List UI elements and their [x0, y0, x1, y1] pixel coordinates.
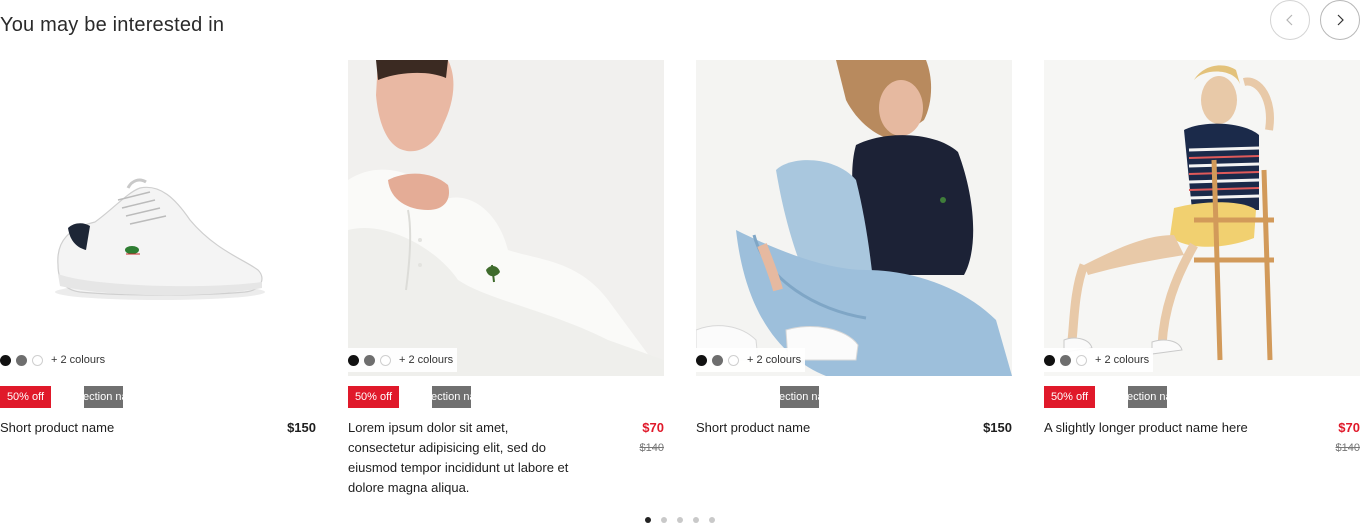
- product-name[interactable]: Lorem ipsum dolor sit amet, consectetur …: [348, 418, 578, 498]
- product-name[interactable]: Short product name: [696, 418, 926, 438]
- colour-swatches: + 2 colours: [696, 348, 806, 372]
- swatch-grey[interactable]: [364, 354, 375, 366]
- product-price: $150: [983, 420, 1012, 435]
- product-name[interactable]: Short product name: [0, 418, 230, 438]
- badge-row: 50% off Collection name: [1044, 386, 1360, 408]
- pagination-dot[interactable]: [693, 517, 699, 523]
- section-title: You may be interested in: [0, 14, 225, 36]
- colour-swatches: + 2 colours: [1044, 348, 1154, 372]
- product-card[interactable]: + 2 colours Collection name Short produc…: [696, 60, 1012, 435]
- more-colours-link[interactable]: + 2 colours: [1095, 354, 1149, 366]
- more-colours-link[interactable]: + 2 colours: [747, 354, 801, 366]
- swatch-grey[interactable]: [16, 354, 27, 366]
- collection-badge: Collection name: [780, 386, 819, 408]
- more-colours-link[interactable]: + 2 colours: [399, 354, 453, 366]
- product-card[interactable]: + 2 colours 50% off Collection name A sl…: [1044, 60, 1360, 454]
- discount-badge: 50% off: [348, 386, 399, 408]
- collection-badge: Collection name: [84, 386, 123, 408]
- chevron-right-icon: [1337, 14, 1344, 26]
- product-image-link[interactable]: + 2 colours: [0, 60, 316, 376]
- chevron-left-icon: [1286, 14, 1293, 26]
- carousel-header: You may be interested in: [0, 0, 1360, 50]
- pagination-dot[interactable]: [709, 517, 715, 523]
- swatch-white[interactable]: [32, 354, 43, 366]
- pagination-dot[interactable]: [645, 517, 651, 523]
- badge-row: 50% off Collection name: [348, 386, 664, 408]
- product-image-woman-striped-tee-chair: [1044, 60, 1360, 376]
- badge-row: 50% off Collection name: [0, 386, 316, 408]
- product-image-white-sneaker: [0, 60, 316, 376]
- swatch-black[interactable]: [348, 354, 359, 366]
- swatch-white[interactable]: [728, 354, 739, 366]
- discount-badge: 50% off: [0, 386, 51, 408]
- product-sale-price: $70: [642, 420, 664, 435]
- colour-swatches: + 2 colours: [0, 348, 109, 372]
- more-colours-link[interactable]: + 2 colours: [51, 354, 105, 366]
- product-image-link[interactable]: + 2 colours: [348, 60, 664, 376]
- collection-badge: Collection name: [432, 386, 471, 408]
- carousel-pagination: [645, 517, 725, 523]
- product-original-price: $140: [639, 442, 664, 454]
- carousel-next-button[interactable]: [1320, 0, 1360, 40]
- collection-badge: Collection name: [1128, 386, 1167, 408]
- product-image-link[interactable]: + 2 colours: [1044, 60, 1360, 376]
- product-image-woman-navy-polo-jeans: [696, 60, 1012, 376]
- carousel-prev-button[interactable]: [1270, 0, 1310, 40]
- product-price: $150: [287, 420, 316, 435]
- swatch-white[interactable]: [380, 354, 391, 366]
- product-image-link[interactable]: + 2 colours: [696, 60, 1012, 376]
- swatch-grey[interactable]: [712, 354, 723, 366]
- swatch-black[interactable]: [1044, 354, 1055, 366]
- swatch-black[interactable]: [696, 354, 707, 366]
- badge-row: Collection name: [696, 386, 1012, 408]
- swatch-grey[interactable]: [1060, 354, 1071, 366]
- colour-swatches: + 2 colours: [348, 348, 458, 372]
- product-card[interactable]: + 2 colours 50% off Collection name Lore…: [348, 60, 664, 495]
- product-card[interactable]: + 2 colours 50% off Collection name Shor…: [0, 60, 316, 435]
- pagination-dot[interactable]: [661, 517, 667, 523]
- discount-badge: 50% off: [1044, 386, 1095, 408]
- product-original-price: $140: [1335, 442, 1360, 454]
- swatch-black[interactable]: [0, 354, 11, 366]
- product-sale-price: $70: [1338, 420, 1360, 435]
- product-name[interactable]: A slightly longer product name here: [1044, 418, 1274, 438]
- pagination-dot[interactable]: [677, 517, 683, 523]
- product-image-man-white-polo: [348, 60, 664, 376]
- swatch-white[interactable]: [1076, 354, 1087, 366]
